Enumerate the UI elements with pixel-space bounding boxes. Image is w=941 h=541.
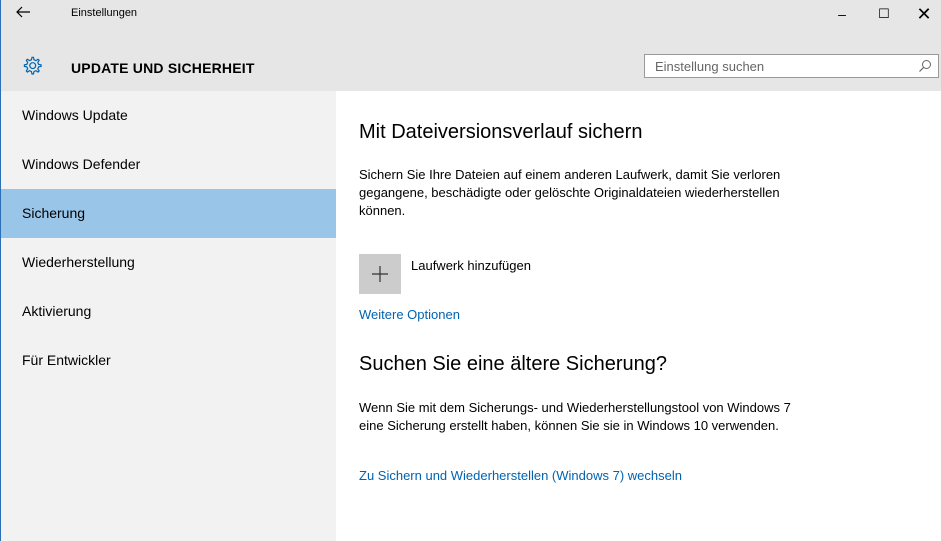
title-bar: Einstellungen – ☐ ✕ [1,0,941,46]
maximize-button[interactable]: ☐ [867,2,901,28]
add-drive-button[interactable] [359,254,401,294]
back-button[interactable] [15,4,35,24]
page-title: UPDATE UND SICHERHEIT [71,60,255,76]
settings-header: UPDATE UND SICHERHEIT [1,46,941,91]
main-content: Mit Dateiversionsverlauf sichern Sichern… [336,91,941,541]
windows7-backup-link[interactable]: Zu Sichern und Wiederherstellen (Windows… [359,468,682,483]
plus-icon [372,266,388,282]
sidebar-item-windows-defender[interactable]: Windows Defender [1,140,336,189]
sidebar-item-aktivierung[interactable]: Aktivierung [1,287,336,336]
search-box[interactable] [644,54,939,78]
window-title: Einstellungen [71,7,138,19]
backup-description: Sichern Sie Ihre Dateien auf einem ander… [359,167,781,218]
search-input[interactable] [645,55,905,77]
older-backup-heading: Suchen Sie eine ältere Sicherung? [359,353,667,375]
sidebar-item-sicherung[interactable]: Sicherung [1,189,336,238]
backup-heading: Mit Dateiversionsverlauf sichern [359,121,643,143]
minimize-button[interactable]: – [825,2,859,28]
sidebar-nav: Windows Update Windows Defender Sicherun… [1,91,336,541]
search-icon[interactable] [918,59,932,73]
back-arrow-icon [16,6,30,18]
settings-window: Einstellungen – ☐ ✕ UPDATE UND SICHERHEI… [0,0,941,541]
sidebar-item-fuer-entwickler[interactable]: Für Entwickler [1,336,336,385]
more-options-link[interactable]: Weitere Optionen [359,307,460,322]
add-drive-label[interactable]: Laufwerk hinzufügen [411,258,531,273]
sidebar-item-windows-update[interactable]: Windows Update [1,91,336,140]
older-backup-description: Wenn Sie mit dem Sicherungs- und Wiederh… [359,400,791,433]
sidebar-item-wiederherstellung[interactable]: Wiederherstellung [1,238,336,287]
close-button[interactable]: ✕ [907,2,941,28]
gear-icon [23,56,42,75]
